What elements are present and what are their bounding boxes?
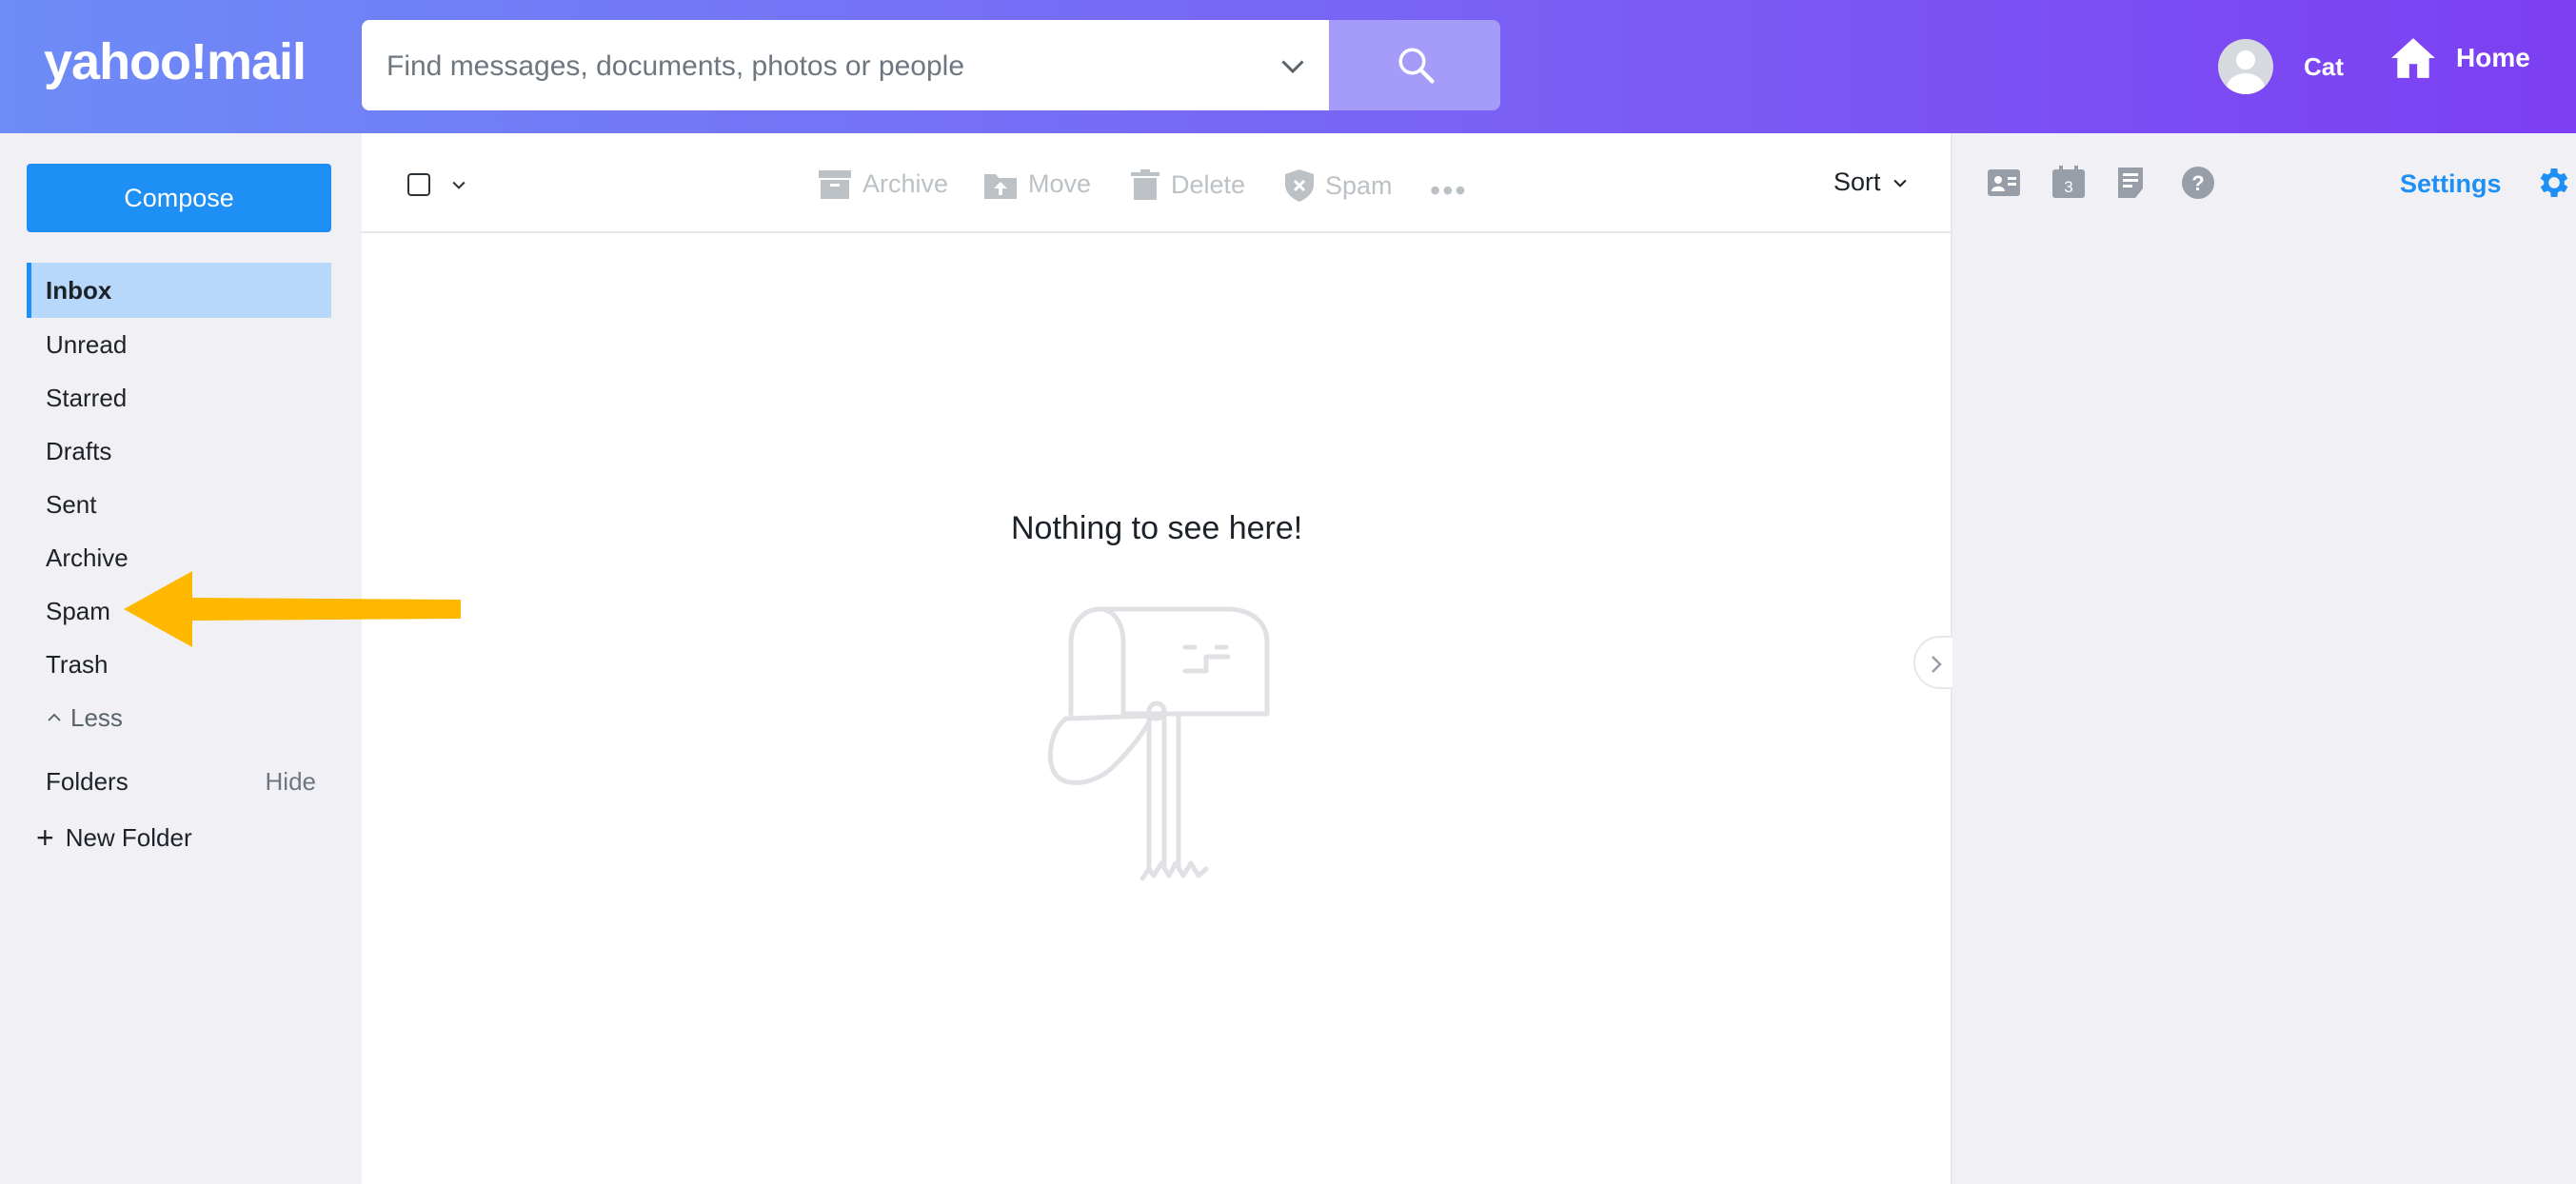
svg-text:?: ? — [2191, 171, 2204, 195]
help-icon[interactable]: ? — [2181, 166, 2219, 204]
search-icon — [1398, 48, 1435, 84]
new-folder-button[interactable]: + New Folder — [36, 820, 192, 856]
right-panel: 3 ? Settings — [1952, 133, 2576, 1184]
folder-nav: Inbox Unread Starred Drafts Sent Archive… — [27, 263, 331, 744]
archive-icon — [819, 169, 851, 199]
sidebar-item-sent[interactable]: Sent — [27, 478, 331, 531]
search-button[interactable] — [1329, 20, 1500, 110]
calendar-icon[interactable]: 3 — [2051, 166, 2090, 204]
folders-label: Folders — [46, 767, 129, 796]
avatar — [2218, 39, 2273, 94]
sidebar-item-starred[interactable]: Starred — [27, 371, 331, 424]
delete-label: Delete — [1171, 169, 1246, 199]
app-tools: 3 ? — [1987, 166, 2246, 204]
plus-icon: + — [36, 820, 54, 855]
collapse-panel-button[interactable] — [1913, 636, 1955, 689]
sort-label: Sort — [1833, 168, 1881, 196]
avatar-icon — [2227, 50, 2265, 94]
gear-icon[interactable] — [2535, 164, 2573, 202]
search-box[interactable] — [362, 20, 1329, 112]
calendar-day: 3 — [2064, 178, 2072, 196]
spam-button[interactable]: Spam — [1285, 169, 1393, 202]
sidebar-item-drafts[interactable]: Drafts — [27, 424, 331, 478]
shield-icon — [1285, 169, 1314, 202]
user-menu[interactable]: Cat — [2218, 38, 2344, 95]
chevron-up-icon — [48, 713, 61, 721]
user-name: Cat — [2304, 51, 2344, 81]
folders-header: Folders Hide — [46, 767, 316, 797]
search-input[interactable] — [385, 20, 1245, 112]
message-toolbar: Archive Move Delete Spam ••• Sort — [362, 133, 1952, 233]
home-label: Home — [2456, 43, 2530, 72]
top-header: yahoo!mail Cat Home — [0, 0, 2576, 133]
archive-button[interactable]: Archive — [819, 169, 948, 199]
yahoo-mail-logo[interactable]: yahoo!mail — [44, 32, 307, 91]
spam-label: Spam — [1325, 170, 1393, 200]
sidebar-item-unread[interactable]: Unread — [27, 318, 331, 371]
chevron-down-icon — [1892, 179, 1907, 187]
trash-icon — [1131, 169, 1159, 200]
settings-link[interactable]: Settings — [2400, 169, 2502, 199]
home-link[interactable]: Home — [2389, 34, 2530, 82]
move-label: Move — [1028, 169, 1092, 198]
move-button[interactable]: Move — [984, 169, 1091, 199]
empty-message: Nothing to see here! — [1011, 510, 1303, 546]
home-icon — [2391, 38, 2435, 78]
notepad-icon[interactable] — [2116, 166, 2154, 204]
mailbox-illustration — [1047, 606, 1270, 881]
chevron-down-icon[interactable] — [449, 175, 468, 194]
chevron-right-icon — [1932, 656, 1942, 673]
select-all-checkbox[interactable] — [407, 173, 430, 196]
less-toggle[interactable]: Less — [27, 691, 331, 744]
more-actions-icon[interactable]: ••• — [1430, 173, 1468, 208]
contacts-icon[interactable] — [1987, 166, 2025, 204]
new-folder-label: New Folder — [65, 823, 192, 852]
sort-dropdown[interactable]: Sort — [1833, 168, 1910, 197]
sidebar: Compose Inbox Unread Starred Drafts Sent… — [0, 133, 362, 1184]
compose-button[interactable]: Compose — [27, 164, 331, 232]
delete-button[interactable]: Delete — [1131, 169, 1245, 200]
hide-folders-link[interactable]: Hide — [266, 767, 316, 797]
move-icon — [984, 173, 1017, 199]
less-label: Less — [70, 703, 123, 732]
sidebar-item-inbox[interactable]: Inbox — [27, 263, 331, 318]
chevron-down-icon[interactable] — [1276, 49, 1310, 83]
annotation-arrow — [124, 571, 461, 647]
archive-label: Archive — [862, 169, 949, 198]
